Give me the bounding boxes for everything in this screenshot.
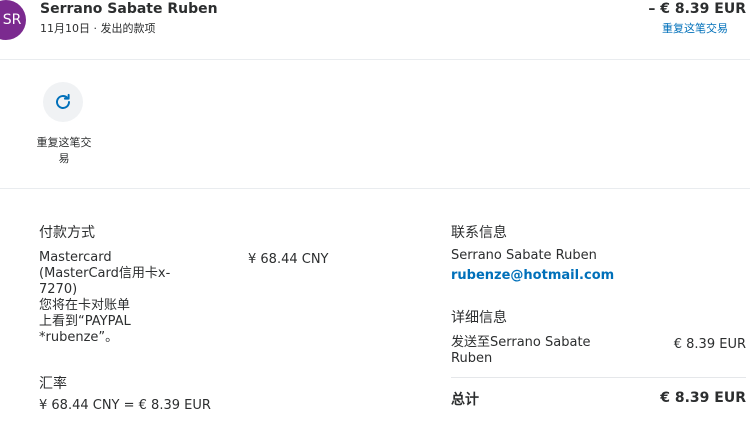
avatar: SR <box>0 0 26 40</box>
payment-method-description: Mastercard (MasterCard信用卡x- 7270) 您将在卡对账… <box>39 250 171 345</box>
divider <box>0 188 750 189</box>
contact-email-link[interactable]: rubenze@hotmail.com <box>451 268 614 283</box>
divider <box>0 59 750 60</box>
repeat-transaction-button[interactable] <box>43 82 83 122</box>
sent-amount: € 8.39 EUR <box>673 337 746 352</box>
transaction-subtitle: 11月10日 · 发出的款项 <box>40 22 156 35</box>
refresh-icon <box>56 93 70 109</box>
contact-name: Serrano Sabate Ruben <box>451 248 597 263</box>
details-title: 详细信息 <box>451 310 507 326</box>
sent-to-text: 发送至Serrano Sabate Ruben <box>451 335 591 366</box>
counterparty-name: Serrano Sabate Ruben <box>40 1 218 17</box>
payment-amount: ¥ 68.44 CNY <box>248 252 329 267</box>
exchange-rate-title: 汇率 <box>39 376 67 392</box>
total-amount: € 8.39 EUR <box>660 390 746 406</box>
repeat-transaction-label[interactable]: 重复这笔交易 <box>33 135 95 167</box>
repeat-transaction-link[interactable]: 重复这笔交易 <box>662 20 728 36</box>
total-divider <box>451 377 746 378</box>
transaction-amount: – € 8.39 EUR <box>648 1 746 17</box>
exchange-rate-value: ¥ 68.44 CNY = € 8.39 EUR <box>39 398 211 413</box>
contact-info-title: 联系信息 <box>451 225 507 241</box>
total-label: 总计 <box>451 392 479 408</box>
payment-method-title: 付款方式 <box>39 225 95 241</box>
